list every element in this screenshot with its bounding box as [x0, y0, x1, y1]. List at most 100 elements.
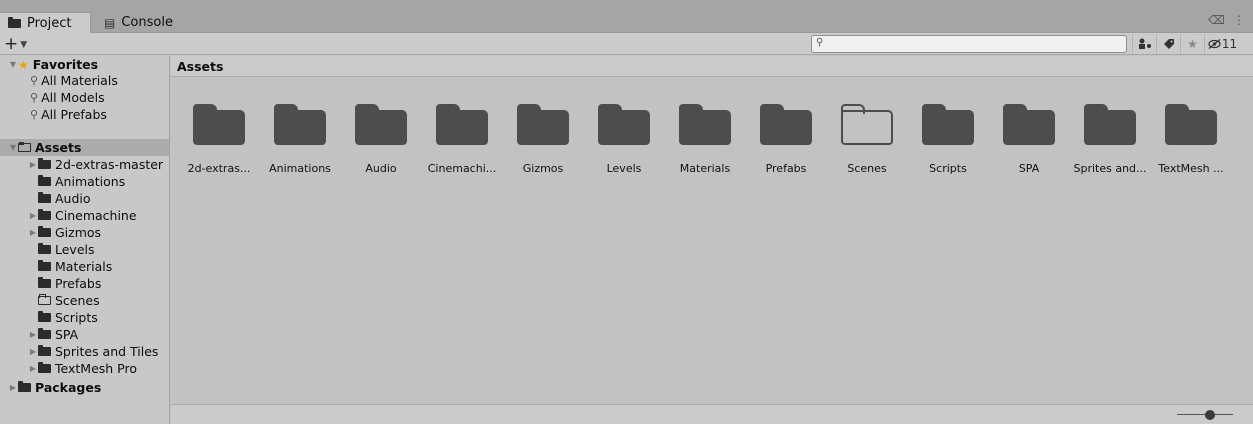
search-icon: ⚲ [30, 108, 39, 121]
window-controls: ⌫ ⋮ [1208, 13, 1245, 27]
asset-grid-item[interactable]: Materials [670, 100, 740, 180]
folder-icon [922, 104, 974, 145]
folder-icon [1084, 104, 1136, 145]
chevron-down-icon: ▼ [20, 40, 28, 50]
sidebar-item-folder[interactable]: ▶ TextMesh Pro [28, 360, 137, 377]
breadcrumb-assets[interactable]: Assets [177, 59, 223, 74]
tab-project-label: Project [27, 15, 72, 31]
asset-grid-item-label: Sprites and... [1073, 162, 1147, 175]
asset-grid-item-label: Gizmos [522, 162, 564, 175]
folder-icon [38, 311, 51, 322]
sidebar-item-label: Audio [55, 191, 91, 206]
folder-icon [760, 104, 812, 145]
sidebar-item-folder[interactable]: Scenes [28, 292, 100, 309]
sidebar-item-folder[interactable]: ▶ Cinemachine [28, 207, 137, 224]
tree-packages[interactable]: ▶ Packages [8, 379, 101, 396]
hidden-packages-count: 11 [1221, 37, 1238, 51]
asset-grid-item[interactable]: Levels [589, 100, 659, 180]
sidebar-item-label: 2d-extras-master [55, 157, 164, 172]
folder-icon [38, 345, 51, 356]
expand-arrow-icon[interactable]: ▼ [8, 60, 18, 69]
folder-icon [679, 104, 731, 145]
favorite-item[interactable]: ⚲ All Materials [30, 72, 118, 89]
sidebar-item-folder[interactable]: ▶ Sprites and Tiles [28, 343, 159, 360]
sidebar-item-label: SPA [55, 327, 79, 342]
breadcrumb: Assets [171, 56, 1253, 77]
lock-icon[interactable]: ⌫ [1208, 13, 1225, 27]
sidebar-item-folder[interactable]: Scripts [28, 309, 98, 326]
asset-grid-item[interactable]: Cinemachi... [427, 100, 497, 180]
star-icon: ★ [18, 57, 29, 72]
more-options-icon[interactable]: ⋮ [1233, 13, 1245, 27]
console-icon: ▤ [104, 15, 116, 30]
plus-icon: + [4, 34, 19, 54]
folder-icon [436, 104, 488, 145]
folder-icon [8, 16, 21, 28]
expand-arrow-icon[interactable]: ▶ [28, 347, 38, 356]
sidebar-item-label: Gizmos [55, 225, 102, 240]
sidebar-item-label: Scripts [55, 310, 98, 325]
asset-grid-item-label: 2d-extras... [187, 162, 251, 175]
folder-open-icon [18, 142, 31, 152]
favorite-item-label: All Materials [41, 73, 118, 88]
sidebar-item-folder[interactable]: Audio [28, 190, 91, 207]
project-sidebar: ▼ ★ Favorites ⚲ All Materials ⚲ All Mode… [0, 56, 170, 424]
folder-icon [38, 175, 51, 186]
search-input[interactable] [828, 36, 1124, 52]
asset-grid-item-label: Cinemachi... [427, 162, 497, 175]
favorites-star-icon[interactable]: ★ [1180, 34, 1204, 54]
search-field[interactable]: ⚲ [811, 35, 1127, 53]
expand-arrow-icon[interactable]: ▶ [28, 160, 38, 169]
zoom-slider[interactable] [1177, 410, 1233, 420]
search-by-label-icon[interactable] [1156, 34, 1180, 54]
asset-grid: 2d-extras... Animations Audio Cinemachi... G… [171, 78, 1253, 404]
eye-slash-icon [1208, 39, 1221, 49]
search-by-type-icon[interactable] [1132, 34, 1156, 54]
folder-icon [38, 226, 51, 237]
tab-console[interactable]: ▤ Console [96, 12, 173, 33]
zoom-slider-knob[interactable] [1204, 410, 1215, 420]
sidebar-item-folder[interactable]: ▶ SPA [28, 326, 78, 343]
asset-grid-item[interactable]: Sprites and... [1073, 100, 1147, 180]
favorite-item[interactable]: ⚲ All Models [30, 89, 105, 106]
sidebar-item-folder[interactable]: Levels [28, 241, 95, 258]
asset-grid-item[interactable]: Scripts [913, 100, 983, 180]
expand-arrow-icon[interactable]: ▼ [8, 143, 18, 152]
search-icon: ⚲ [30, 91, 39, 104]
sidebar-item-folder[interactable]: ▶ 2d-extras-master [28, 156, 163, 173]
folder-icon [38, 328, 51, 339]
asset-grid-item[interactable]: Gizmos [508, 100, 578, 180]
asset-grid-item[interactable]: SPA [994, 100, 1064, 180]
sidebar-item-folder[interactable]: Animations [28, 173, 125, 190]
asset-grid-item[interactable]: 2d-extras... [184, 100, 254, 180]
create-button[interactable]: + ▼ [4, 34, 27, 54]
expand-arrow-icon[interactable]: ▶ [28, 211, 38, 220]
asset-grid-item[interactable]: Animations [265, 100, 335, 180]
expand-arrow-icon[interactable]: ▶ [28, 364, 38, 373]
expand-arrow-icon[interactable]: ▶ [8, 383, 18, 392]
status-bar [171, 404, 1253, 424]
sidebar-item-folder[interactable]: Materials [28, 258, 112, 275]
favorite-item[interactable]: ⚲ All Prefabs [30, 106, 107, 123]
folder-icon [38, 158, 51, 169]
toolbar-filter-icons: ★ 11 [1132, 34, 1240, 54]
expand-arrow-icon[interactable]: ▶ [28, 228, 38, 237]
sidebar-item-label: Scenes [55, 293, 100, 308]
asset-grid-item[interactable]: Audio [346, 100, 416, 180]
expand-arrow-icon[interactable]: ▶ [28, 330, 38, 339]
favorites-label: Favorites [32, 57, 99, 72]
sidebar-item-label: Materials [55, 259, 113, 274]
tree-assets[interactable]: ▼ Assets [0, 139, 169, 156]
sidebar-item-label: Cinemachine [55, 208, 137, 223]
hidden-packages-toggle[interactable]: 11 [1204, 34, 1240, 54]
assets-label: Assets [35, 140, 82, 155]
folder-icon [355, 104, 407, 145]
tab-project[interactable]: Project [0, 12, 91, 33]
sidebar-item-label: TextMesh Pro [55, 361, 137, 376]
asset-grid-item[interactable]: TextMesh ... [1156, 100, 1226, 180]
tree-favorites[interactable]: ▼ ★ Favorites [8, 56, 98, 73]
asset-grid-item[interactable]: Scenes [832, 100, 902, 180]
asset-grid-item[interactable]: Prefabs [751, 100, 821, 180]
sidebar-item-folder[interactable]: Prefabs [28, 275, 101, 292]
sidebar-item-folder[interactable]: ▶ Gizmos [28, 224, 101, 241]
